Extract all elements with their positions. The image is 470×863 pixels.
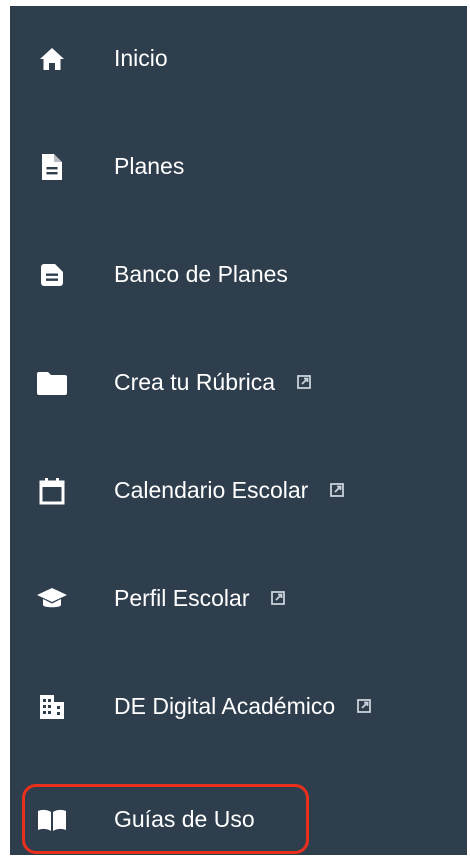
sidebar-item-label: Perfil Escolar [114,584,286,612]
document-icon [37,152,67,182]
external-link-icon [357,699,372,713]
sidebar-item-banco-de-planes[interactable]: Banco de Planes [10,240,467,310]
sidebar-item-de-digital-academico[interactable]: DE Digital Académico [10,672,467,742]
highlight-outline [22,784,309,854]
sidebar-item-label: Banco de Planes [114,261,288,287]
sidebar-item-label: Planes [114,153,185,179]
sidebar-item-perfil-escolar[interactable]: Perfil Escolar [10,564,467,634]
sidebar-item-inicio[interactable]: Inicio [10,24,467,94]
sidebar-item-label: Calendario Escolar [114,476,345,504]
external-link-icon [330,483,345,497]
building-icon [37,692,67,722]
document-icon [37,260,67,290]
sidebar-item-planes[interactable]: Planes [10,132,467,202]
folder-icon [37,368,67,398]
sidebar-item-label: Crea tu Rúbrica [114,368,311,396]
home-icon [37,44,67,74]
sidebar-item-calendario-escolar[interactable]: Calendario Escolar [10,456,467,526]
external-link-icon [297,375,311,389]
external-link-icon [271,591,286,605]
sidebar-item-label: DE Digital Académico [114,692,372,720]
sidebar-nav: Inicio Planes Banco de Planes Crea tu Rú… [10,6,467,855]
graduation-cap-icon [37,584,67,614]
sidebar-item-label: Inicio [114,45,168,71]
calendar-icon [37,476,67,506]
sidebar-item-crea-tu-rubrica[interactable]: Crea tu Rúbrica [10,348,467,418]
